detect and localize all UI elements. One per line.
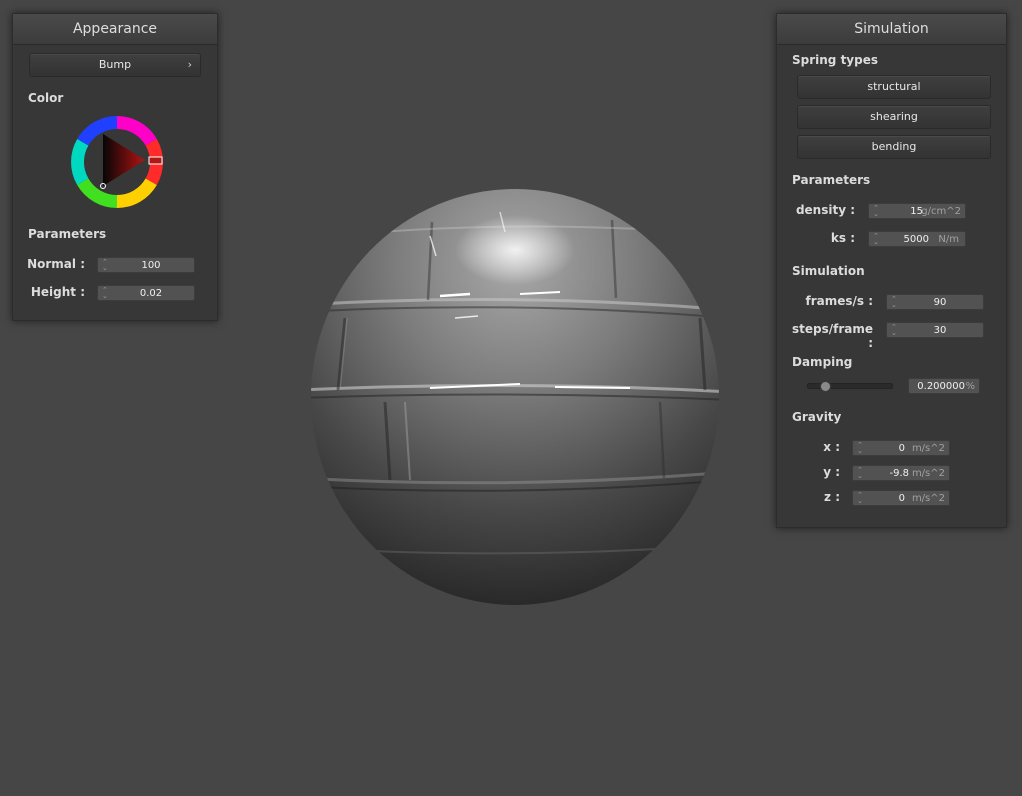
- simulation-parameters-label: Parameters: [792, 173, 871, 187]
- shader-select-label: Bump: [98, 58, 132, 71]
- normal-label: Normal :: [27, 257, 85, 271]
- spinner-icon[interactable]: ⌃ ⌄: [102, 287, 110, 300]
- saturation-triangle[interactable]: [103, 134, 145, 186]
- appearance-panel: Appearance Bump › Color Parameters Norma…: [12, 13, 218, 321]
- height-input[interactable]: ⌃ ⌄ 0.02: [97, 285, 195, 301]
- ks-input[interactable]: ⌃ ⌄ 5000 N/m: [868, 231, 966, 247]
- steps-per-frame-label: steps/frame :: [791, 322, 873, 350]
- spinner-icon[interactable]: ⌃ ⌄: [891, 296, 899, 309]
- simulation-panel: Simulation Spring types structural shear…: [776, 13, 1007, 528]
- spinner-icon[interactable]: ⌃ ⌄: [873, 233, 881, 246]
- damping-label: Damping: [792, 355, 853, 369]
- ks-label: ks :: [830, 231, 855, 245]
- spinner-icon[interactable]: ⌃ ⌄: [857, 442, 865, 455]
- gravity-z-label: z :: [824, 490, 840, 504]
- simulation-section-label: Simulation: [792, 264, 865, 278]
- spinner-icon[interactable]: ⌃ ⌄: [857, 492, 865, 505]
- gravity-x-input[interactable]: ⌃ ⌄ 0 m/s^2: [852, 440, 950, 456]
- damping-slider-thumb[interactable]: [820, 381, 831, 392]
- shearing-button[interactable]: shearing: [797, 105, 991, 129]
- appearance-panel-title[interactable]: Appearance: [13, 14, 217, 45]
- chevron-right-icon: ›: [187, 58, 192, 71]
- frames-per-second-label: frames/s :: [805, 294, 873, 308]
- hue-selector-handle[interactable]: [148, 156, 163, 165]
- density-label: density :: [795, 203, 855, 217]
- structural-button[interactable]: structural: [797, 75, 991, 99]
- gravity-y-input[interactable]: ⌃ ⌄ -9.8 m/s^2: [852, 465, 950, 481]
- appearance-parameters-label: Parameters: [28, 227, 107, 241]
- damping-slider[interactable]: [807, 381, 893, 392]
- height-label: Height :: [30, 285, 85, 299]
- spinner-icon[interactable]: ⌃ ⌄: [891, 324, 899, 337]
- gravity-x-label: x :: [823, 440, 840, 454]
- gravity-z-input[interactable]: ⌃ ⌄ 0 m/s^2: [852, 490, 950, 506]
- spring-types-label: Spring types: [792, 53, 879, 67]
- frames-per-second-input[interactable]: ⌃ ⌄ 90: [886, 294, 984, 310]
- spinner-icon[interactable]: ⌃ ⌄: [873, 205, 881, 218]
- spinner-icon[interactable]: ⌃ ⌄: [857, 467, 865, 480]
- normal-input[interactable]: ⌃ ⌄ 100: [97, 257, 195, 273]
- color-label: Color: [28, 91, 64, 105]
- simulation-panel-title[interactable]: Simulation: [777, 14, 1006, 45]
- gravity-y-label: y :: [823, 465, 840, 479]
- shader-select-button[interactable]: Bump ›: [29, 53, 201, 77]
- bending-button[interactable]: bending: [797, 135, 991, 159]
- gravity-label: Gravity: [792, 410, 842, 424]
- density-input[interactable]: ⌃ ⌄ 15 g/cm^2: [868, 203, 966, 219]
- damping-input[interactable]: 0.200000 %: [908, 378, 980, 394]
- spinner-icon[interactable]: ⌃ ⌄: [102, 259, 110, 272]
- steps-per-frame-input[interactable]: ⌃ ⌄ 30: [886, 322, 984, 338]
- color-wheel-picker[interactable]: [67, 112, 167, 212]
